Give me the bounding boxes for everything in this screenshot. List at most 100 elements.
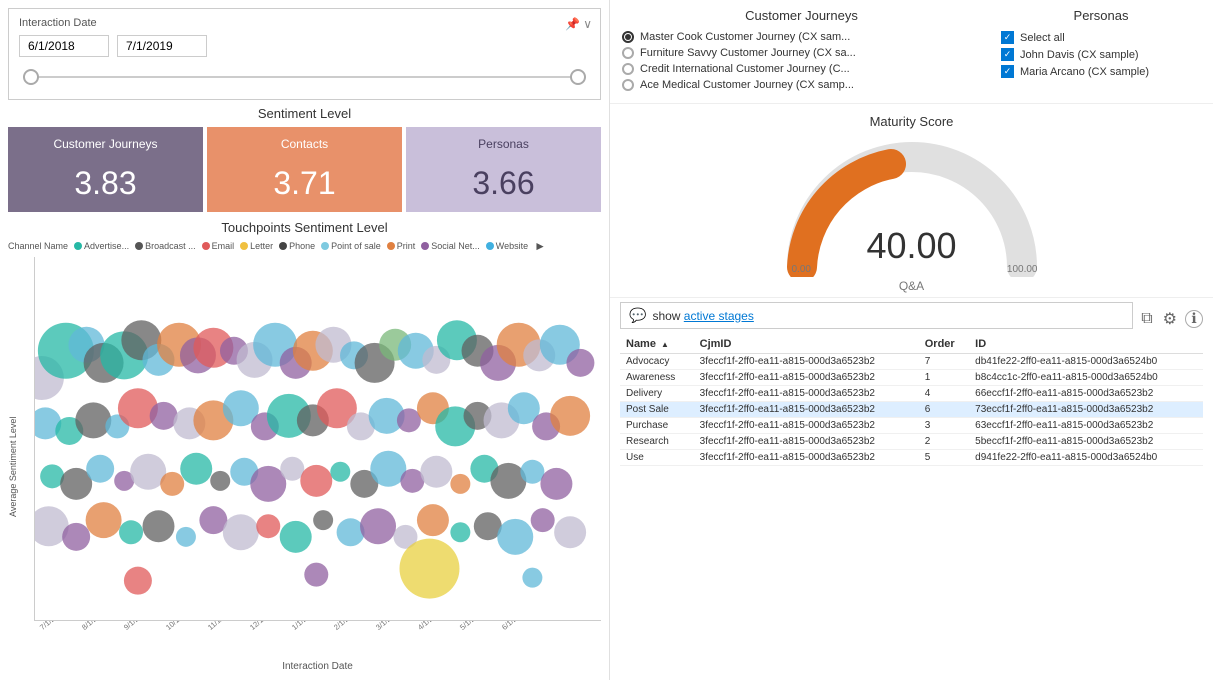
legend-dot-advertise [74,242,82,250]
qa-input-row[interactable]: 💬 show active stages [620,302,1133,329]
cell-id-0: db41fe22-2ff0-ea11-a815-000d3a6524b0 [969,354,1203,370]
slider-thumb-left[interactable] [23,69,39,85]
journey-item-3[interactable]: Ace Medical Customer Journey (CX samp... [622,79,981,91]
journey-label-2: Credit International Customer Journey (C… [640,63,850,75]
cell-cjmid-4: 3feccf1f-2ff0-ea11-a815-000d3a6523b2 [694,418,919,434]
col-header-name[interactable]: Name ▲ [620,335,694,354]
date-slider[interactable] [23,67,586,87]
date-inputs [19,35,590,57]
legend-label-phone: Phone [289,241,315,251]
persona-item-1[interactable]: John Davis (CX sample) [1001,48,1201,61]
cell-order-3: 6 [919,402,969,418]
kpi-value-journeys: 3.83 [74,165,136,202]
bubble-chart-wrapper: Average Sentiment Level 5 4 3 2 1 7/1/20… [8,257,601,672]
date-filter-section: Interaction Date 📌 ∨ [8,8,601,100]
cell-name-1: Awareness [620,370,694,386]
customer-journeys-section: Customer Journeys Master Cook Customer J… [622,8,981,95]
persona-label-1: John Davis (CX sample) [1020,49,1139,61]
cell-cjmid-3: 3feccf1f-2ff0-ea11-a815-000d3a6523b2 [694,402,919,418]
gauge-min: 0.00 [792,264,811,275]
persona-checkbox-0[interactable] [1001,31,1014,44]
journey-radio-0[interactable] [622,31,634,43]
kpi-row: Customer Journeys 3.83 Contacts 3.71 Per… [8,127,601,212]
journey-item-0[interactable]: Master Cook Customer Journey (CX sam... [622,31,981,43]
col-header-id[interactable]: ID [969,335,1203,354]
right-panel: Customer Journeys Master Cook Customer J… [610,0,1213,680]
journey-radio-1[interactable] [622,47,634,59]
channel-legend: Channel Name Advertise... Broadcast ... … [8,239,601,253]
table-row[interactable]: Use 3feccf1f-2ff0-ea11-a815-000d3a6523b2… [620,450,1203,466]
journey-item-1[interactable]: Furniture Savvy Customer Journey (CX sa.… [622,47,981,59]
legend-dot-pos [321,242,329,250]
legend-pos: Point of sale [321,241,381,251]
chart-area-container: 5 4 3 2 1 7/1/2018 8/1/2018 9/1/2018 10/… [34,257,601,672]
cell-cjmid-5: 3feccf1f-2ff0-ea11-a815-000d3a6523b2 [694,434,919,450]
table-row[interactable]: Advocacy 3feccf1f-2ff0-ea11-a815-000d3a6… [620,354,1203,370]
pin-icon[interactable]: 📌 ∨ [565,17,592,31]
legend-label-social: Social Net... [431,241,480,251]
legend-dot-website [486,242,494,250]
journey-radio-3[interactable] [622,79,634,91]
journey-label-0: Master Cook Customer Journey (CX sam... [640,31,850,43]
journey-item-2[interactable]: Credit International Customer Journey (C… [622,63,981,75]
gauge-section: Maturity Score 40.00 0.00 100.00 Q&A [610,104,1213,293]
y-axis-label: Average Sentiment Level [8,261,32,672]
cell-order-6: 5 [919,450,969,466]
cell-order-2: 4 [919,386,969,402]
y-axis: Average Sentiment Level [8,257,34,672]
qa-active-link[interactable]: active stages [684,309,754,323]
gauge-max: 100.00 [1007,264,1038,275]
data-table: Name ▲ CjmID Order ID Advocacy 3feccf1f-… [620,335,1203,466]
legend-label-advertise: Advertise... [84,241,129,251]
cell-name-2: Delivery [620,386,694,402]
qa-prefix: show [652,309,680,323]
cell-order-0: 7 [919,354,969,370]
legend-more-arrow[interactable]: ► [534,239,546,253]
persona-item-2[interactable]: Maria Arcano (CX sample) [1001,65,1201,78]
legend-social: Social Net... [421,241,480,251]
table-row[interactable]: Research 3feccf1f-2ff0-ea11-a815-000d3a6… [620,434,1203,450]
persona-checkbox-2[interactable] [1001,65,1014,78]
date-end-input[interactable] [117,35,207,57]
legend-broadcast: Broadcast ... [135,241,196,251]
touchpoints-title: Touchpoints Sentiment Level [8,220,601,235]
legend-dot-print [387,242,395,250]
col-header-cjmid[interactable]: CjmID [694,335,919,354]
table-row[interactable]: Post Sale 3feccf1f-2ff0-ea11-a815-000d3a… [620,402,1203,418]
persona-checkbox-1[interactable] [1001,48,1014,61]
date-start-input[interactable] [19,35,109,57]
cell-id-6: d941fe22-2ff0-ea11-a815-000d3a6524b0 [969,450,1203,466]
cell-name-6: Use [620,450,694,466]
qa-settings-button[interactable]: ⚙ [1161,307,1179,331]
gauge-value: 40.00 [866,225,956,267]
table-row[interactable]: Purchase 3feccf1f-2ff0-ea11-a815-000d3a6… [620,418,1203,434]
kpi-label-personas: Personas [478,137,529,151]
journey-label-3: Ace Medical Customer Journey (CX samp... [640,79,854,91]
table-row[interactable]: Awareness 3feccf1f-2ff0-ea11-a815-000d3a… [620,370,1203,386]
chat-icon: 💬 [629,307,646,324]
persona-item-0[interactable]: Select all [1001,31,1201,44]
table-row[interactable]: Delivery 3feccf1f-2ff0-ea11-a815-000d3a6… [620,386,1203,402]
legend-website: Website [486,241,528,251]
date-filter-label: Interaction Date [19,17,590,29]
channel-legend-label: Channel Name [8,241,68,251]
journey-label-1: Furniture Savvy Customer Journey (CX sa.… [640,47,856,59]
cell-name-3: Post Sale [620,402,694,418]
qa-share-button[interactable]: ⧉ [1139,308,1154,330]
table-container: Name ▲ CjmID Order ID Advocacy 3feccf1f-… [620,335,1203,676]
legend-dot-email [202,242,210,250]
legend-label-print: Print [397,241,416,251]
cell-order-1: 1 [919,370,969,386]
slider-thumb-right[interactable] [570,69,586,85]
cell-cjmid-2: 3feccf1f-2ff0-ea11-a815-000d3a6523b2 [694,386,919,402]
kpi-card-journeys: Customer Journeys 3.83 [8,127,203,212]
journey-radio-2[interactable] [622,63,634,75]
col-header-order[interactable]: Order [919,335,969,354]
legend-label-website: Website [496,241,528,251]
qa-input-row-wrapper: 💬 show active stages ⧉ ⚙ ℹ [620,302,1203,335]
bubble-area: 5 4 3 2 1 [34,257,601,621]
qa-info-button[interactable]: ℹ [1185,310,1203,328]
qa-input-text: show active stages [652,309,1124,323]
x-axis-ticks: 7/1/2018 8/1/2018 9/1/2018 10/1/2018 11/… [34,621,601,659]
cell-order-5: 2 [919,434,969,450]
